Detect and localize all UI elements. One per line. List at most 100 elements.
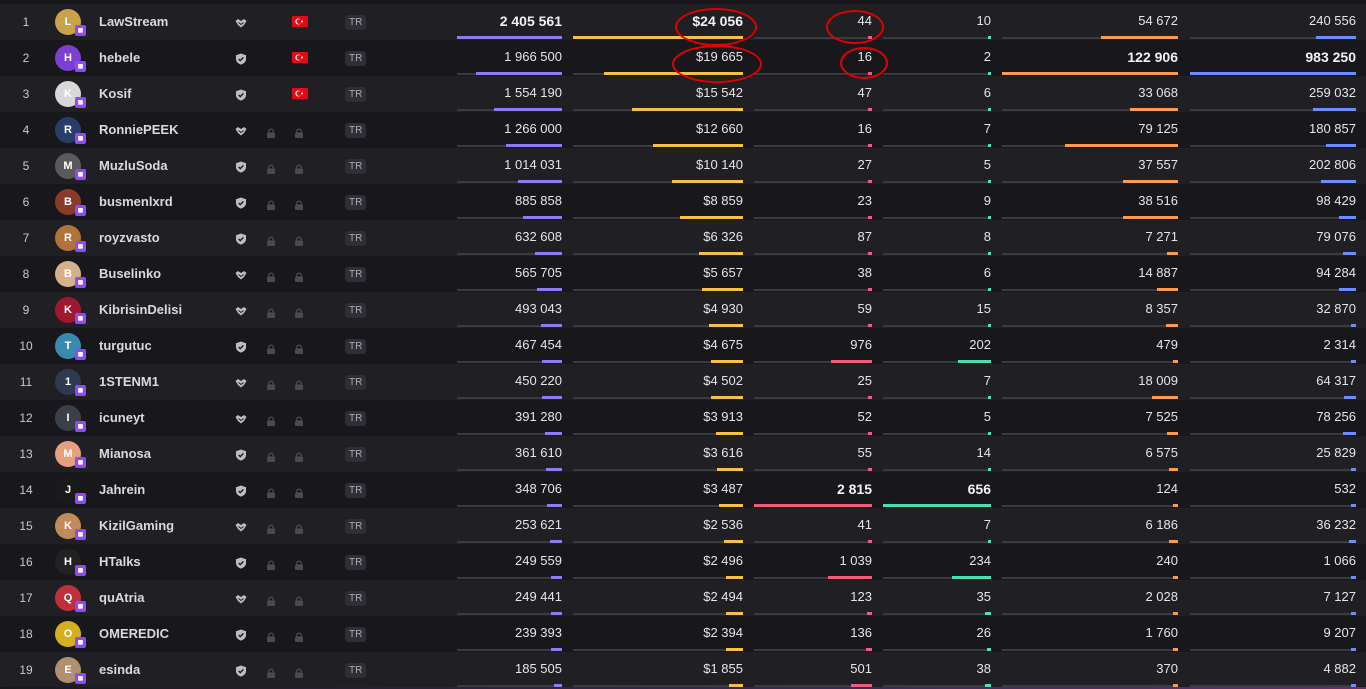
streamer-name[interactable]: KizilGaming [99, 508, 229, 544]
lock-icon [294, 341, 304, 354]
table-row[interactable]: 6 B ■ busmenlxrd TR 885 858 $8 859 23 9 38 516 98 … [0, 184, 1366, 220]
rank-number: 14 [19, 483, 33, 497]
streamer-name[interactable]: KibrisinDelisi [99, 292, 229, 328]
lock-icon [266, 197, 276, 210]
viewers-value: 493 043 [515, 301, 562, 316]
twitch-icon: ■ [75, 277, 86, 288]
streamer-name[interactable]: Jahrein [99, 472, 229, 508]
earnings-value: $4 930 [703, 301, 743, 316]
stat-col3-value: 501 [850, 661, 872, 676]
stat-col4-value: 9 [983, 193, 991, 208]
twitch-icon: ■ [75, 529, 86, 540]
stat-col4-value: 656 [967, 481, 991, 497]
twitch-icon: ■ [75, 457, 86, 468]
shield-check-icon [235, 628, 247, 641]
stat-col5-value: 7 525 [1145, 409, 1178, 424]
earnings-value: $3 913 [703, 409, 743, 424]
lock-icon [266, 449, 276, 462]
annotation-circle-stat-2 [840, 47, 888, 79]
table-row[interactable]: 12 I ■ icuneyt TR 391 280 $3 913 52 5 7 525 78 256 [0, 400, 1366, 436]
lock-icon [266, 557, 276, 570]
lock-icon [294, 665, 304, 678]
shield-check-icon [235, 232, 247, 245]
language-badge: TR [345, 663, 367, 678]
lock-icon [266, 521, 276, 534]
streamer-name[interactable]: esinda [99, 652, 229, 688]
stat-col5-value: 37 557 [1138, 157, 1178, 172]
rank-number: 2 [22, 51, 30, 65]
streamer-name[interactable]: royzvasto [99, 220, 229, 256]
table-row[interactable]: 8 B ■ Buselinko TR 565 705 $5 657 38 6 14 887 94 2… [0, 256, 1366, 292]
language-badge: TR [345, 87, 367, 102]
rank-number: 13 [19, 447, 33, 461]
viewers-value: 885 858 [515, 193, 562, 208]
lock-icon [294, 593, 304, 606]
stat-col5-value: 6 186 [1145, 517, 1178, 532]
shield-check-icon [235, 340, 247, 353]
table-row[interactable]: 17 Q ■ quAtria TR 249 441 $2 494 123 35 2 028 7 12… [0, 580, 1366, 616]
streamer-name[interactable]: icuneyt [99, 400, 229, 436]
twitch-icon: ■ [75, 313, 86, 324]
annotation-circle-earnings-2 [672, 45, 762, 83]
streamer-name[interactable]: Buselinko [99, 256, 229, 292]
streamer-name[interactable]: OMEREDIC [99, 616, 229, 652]
handshake-icon [235, 376, 247, 388]
lock-icon [266, 161, 276, 174]
viewers-value: 253 621 [515, 517, 562, 532]
streamer-name[interactable]: HTalks [99, 544, 229, 580]
table-row[interactable]: 5 M ■ MuzluSoda TR 1 014 031 $10 140 27 5 37 557 2… [0, 148, 1366, 184]
stat-col4-value: 2 [983, 49, 991, 64]
table-row[interactable]: 15 K ■ KizilGaming TR 253 621 $2 536 41 7 6 186 36… [0, 508, 1366, 544]
table-row[interactable]: 4 R ■ RonniePEEK TR 1 266 000 $12 660 16 7 79 125… [0, 112, 1366, 148]
table-row[interactable]: 7 R ■ royzvasto TR 632 608 $6 326 87 8 7 271 79 07… [0, 220, 1366, 256]
streamer-name[interactable]: MuzluSoda [99, 148, 229, 184]
table-row[interactable]: 19 E ■ esinda TR 185 505 $1 855 501 38 370 4 882 [0, 652, 1366, 688]
streamer-name[interactable]: hebele [99, 40, 229, 76]
table-row[interactable]: 14 J ■ Jahrein TR 348 706 $3 487 2 815 656 124 532 [0, 472, 1366, 508]
language-badge: TR [345, 591, 367, 606]
stat-col6-value: 1 066 [1323, 553, 1356, 568]
rank-number: 4 [22, 123, 30, 137]
language-badge: TR [345, 447, 367, 462]
table-row[interactable]: 18 O ■ OMEREDIC TR 239 393 $2 394 136 26 1 760 9 2… [0, 616, 1366, 652]
earnings-value: $3 487 [703, 481, 743, 496]
stat-col4-value: 7 [983, 373, 991, 388]
streamer-name[interactable]: Kosif [99, 76, 229, 112]
streamer-name[interactable]: RonniePEEK [99, 112, 229, 148]
language-badge: TR [345, 627, 367, 642]
earnings-value: $5 657 [703, 265, 743, 280]
earnings-value: $2 496 [703, 553, 743, 568]
language-badge: TR [345, 519, 367, 534]
streamer-name[interactable]: busmenlxrd [99, 184, 229, 220]
streamer-name[interactable]: Mianosa [99, 436, 229, 472]
streamer-name[interactable]: turgutuc [99, 328, 229, 364]
rank-number: 11 [19, 375, 33, 389]
shield-check-icon [235, 484, 247, 497]
stat-col6-value: 32 870 [1316, 301, 1356, 316]
table-row[interactable]: 10 T ■ turgutuc TR 467 454 $4 675 976 202 479 2 31… [0, 328, 1366, 364]
stat-col3-value: 38 [857, 265, 872, 280]
lock-icon [294, 161, 304, 174]
earnings-value: $8 859 [703, 193, 743, 208]
table-row[interactable]: 9 K ■ KibrisinDelisi TR 493 043 $4 930 59 15 8 35… [0, 292, 1366, 328]
table-row[interactable]: 13 M ■ Mianosa TR 361 610 $3 616 55 14 6 575 25 82… [0, 436, 1366, 472]
stat-col3-value: 41 [857, 517, 872, 532]
handshake-icon [235, 124, 247, 136]
streamer-name[interactable]: quAtria [99, 580, 229, 616]
stat-col4-value: 35 [976, 589, 991, 604]
lock-icon [294, 125, 304, 138]
stat-col6-value: 78 256 [1316, 409, 1356, 424]
stat-col4-value: 7 [983, 517, 991, 532]
twitch-icon: ■ [75, 97, 86, 108]
rank-number: 8 [22, 267, 30, 281]
streamer-name[interactable]: 1STENM1 [99, 364, 229, 400]
lock-icon [266, 413, 276, 426]
streamer-name[interactable]: LawStream [99, 4, 229, 40]
viewers-value: 249 441 [515, 589, 562, 604]
table-row[interactable]: 11 1 ■ 1STENM1 TR 450 220 $4 502 25 7 18 009 64 31… [0, 364, 1366, 400]
table-row[interactable]: 16 H ■ HTalks TR 249 559 $2 496 1 039 234 240 1 06… [0, 544, 1366, 580]
table-row[interactable]: 3 K ■ Kosif TR 1 554 190 $15 542 47 6 33 068 259 0… [0, 76, 1366, 112]
stat-col3-value: 27 [857, 157, 872, 172]
stat-col6-value: 79 076 [1316, 229, 1356, 244]
turkey-flag-icon [292, 88, 308, 99]
